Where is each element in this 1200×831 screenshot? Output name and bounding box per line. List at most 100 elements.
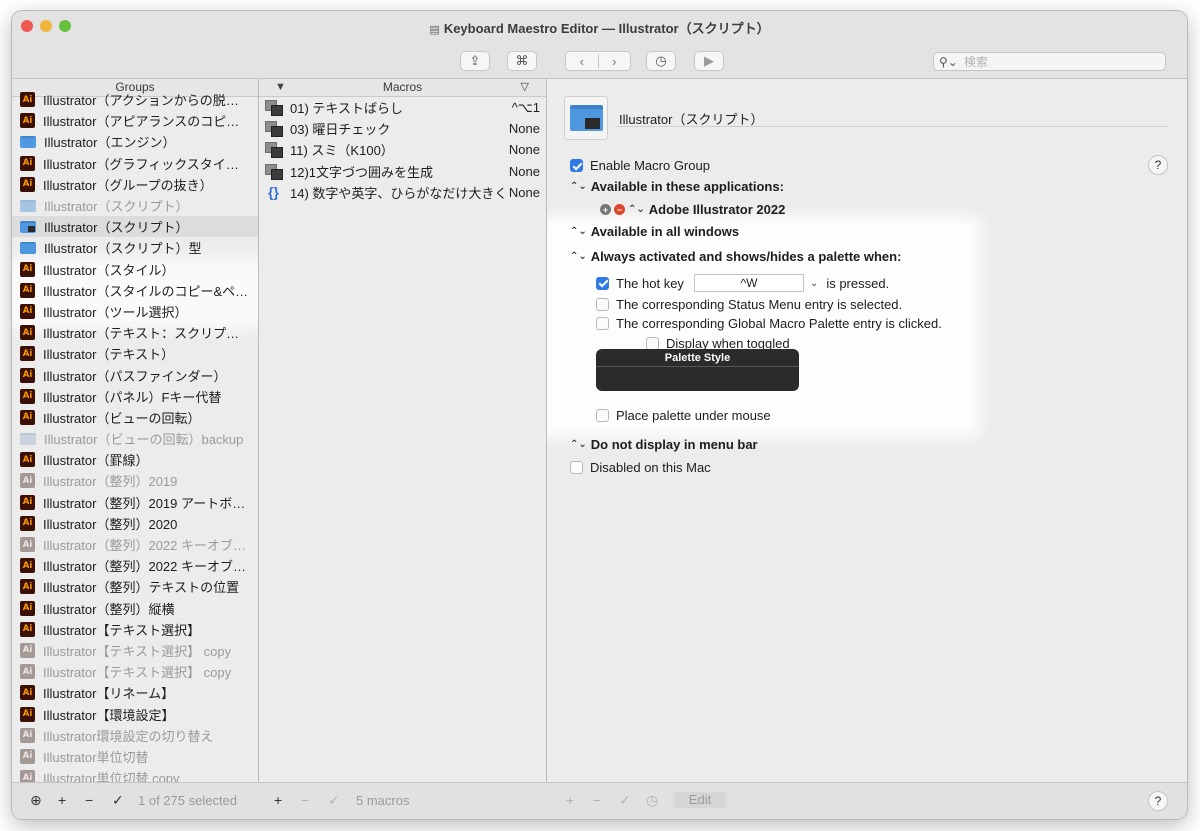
group-list-item[interactable]: Ai Illustrator（ツール選択）	[12, 301, 258, 322]
play-icon: ▶	[704, 53, 714, 68]
document-icon: ▤	[429, 24, 440, 36]
group-list-item[interactable]: Ai Illustrator（整列）2019	[12, 470, 258, 491]
group-list-item[interactable]: Ai Illustrator（罫線）	[12, 449, 258, 470]
back-button[interactable]: ‹	[566, 54, 598, 69]
globe-icon[interactable]: ⊕	[30, 792, 42, 809]
group-list-item[interactable]: Ai Illustrator（テキスト）	[12, 343, 258, 364]
edit-button[interactable]: Edit	[673, 792, 727, 808]
run-button[interactable]: ▶	[694, 51, 724, 71]
group-list-item[interactable]: Ai Illustrator（整列）テキストの位置	[12, 576, 258, 597]
menu-bar-popup[interactable]: ⌃⌄ Do not display in menu bar	[570, 437, 758, 452]
group-label: Illustrator（パスファインダー）	[43, 368, 227, 384]
hotkey-field[interactable]: ^W	[693, 274, 804, 292]
activation-popup[interactable]: ⌃⌄ Always activated and shows/hides a pa…	[570, 249, 901, 264]
illustrator-icon: Ai	[20, 113, 35, 129]
group-list-item[interactable]: Ai Illustrator【テキスト選択】 copy	[12, 661, 258, 682]
group-list-item[interactable]: Illustrator（スクリプト）型	[12, 237, 258, 258]
group-list-item[interactable]: Ai Illustrator（整列）2020	[12, 513, 258, 534]
macros-column: ▼ Macros ▽ 01) テキストばらし ^⌥1 03) 曜日チェック None 1…	[259, 79, 547, 783]
group-list-item[interactable]: Ai Illustrator（整列）縦横	[12, 598, 258, 619]
enable-group-row[interactable]: Enable Macro Group	[570, 158, 710, 173]
group-list-item[interactable]: Ai Illustrator（グループの抜き）	[12, 174, 258, 195]
add-action-button[interactable]: +	[566, 792, 574, 808]
status-menu-checkbox[interactable]	[596, 298, 609, 311]
macro-list-item[interactable]: 03) 曜日チェック None	[259, 118, 546, 139]
macro-list-item[interactable]: {} 14) 数字や英字、ひらがなだけ大きく None	[259, 182, 546, 203]
enable-macro-button[interactable]: ✓	[328, 792, 340, 809]
group-label: Illustrator（グループの抜き）	[43, 177, 213, 193]
chevron-down-icon[interactable]: ⌄	[810, 278, 818, 289]
bottom-help-button[interactable]: ?	[1148, 791, 1168, 811]
search-icon: ⚲⌄	[939, 54, 958, 69]
group-list-item[interactable]: Ai Illustrator環境設定の切り替え	[12, 725, 258, 746]
group-list-item[interactable]: Illustrator（エンジン）	[12, 131, 258, 152]
check-action-button[interactable]: ✓	[619, 792, 631, 809]
help-button[interactable]: ?	[1148, 155, 1168, 175]
hotkey-row: The hot key ^W ⌄ is pressed.	[596, 274, 889, 292]
folder-icon	[20, 135, 36, 148]
macros-header[interactable]: ▼ Macros ▽	[259, 79, 546, 97]
status-menu-row[interactable]: The corresponding Status Menu entry is s…	[596, 297, 902, 312]
disabled-checkbox[interactable]	[570, 461, 583, 474]
group-list-item[interactable]: Ai Illustrator（スタイルのコピー&ペースト）	[12, 280, 258, 301]
group-list-item[interactable]: Ai Illustrator（アピアランスのコピー&ペースト）	[12, 110, 258, 131]
group-name-field[interactable]: Illustrator（スクリプト）	[615, 109, 1167, 127]
illustrator-icon: Ai	[20, 515, 35, 531]
group-list-item[interactable]: Ai Illustrator【リネーム】	[12, 682, 258, 703]
group-list-item[interactable]: Ai Illustrator（アクションからの脱却）	[12, 89, 258, 110]
search-field[interactable]: ⚲⌄	[933, 52, 1166, 71]
under-mouse-row[interactable]: Place palette under mouse	[596, 408, 771, 423]
sort-down-icon[interactable]: ▼	[275, 79, 286, 96]
group-list-item[interactable]: Ai Illustrator単位切替 copy	[12, 767, 258, 783]
app-name-popup[interactable]: Adobe Illustrator 2022	[649, 202, 786, 217]
group-list-item[interactable]: Illustrator（スクリプト）	[12, 216, 258, 238]
group-list-item[interactable]: Ai Illustrator単位切替	[12, 746, 258, 767]
remove-group-button[interactable]: −	[85, 792, 93, 808]
group-icon[interactable]	[564, 96, 608, 140]
search-input[interactable]	[961, 53, 1146, 70]
group-list-item[interactable]: Ai Illustrator（整列）2019 アートボード	[12, 492, 258, 513]
palette-style-preview[interactable]: Palette Style	[596, 349, 799, 391]
group-list-item[interactable]: Ai Illustrator（スタイル）	[12, 259, 258, 280]
macro-list-item[interactable]: 11) スミ（K100） None	[259, 139, 546, 160]
group-list-item[interactable]: Ai Illustrator（整列）2022 キーオブジェクト	[12, 534, 258, 555]
group-list-item[interactable]: Ai Illustrator【テキスト選択】	[12, 619, 258, 640]
group-list-item[interactable]: Illustrator（ビューの回転）backup	[12, 428, 258, 449]
clock-icon[interactable]: ◷	[646, 792, 658, 809]
group-list-item[interactable]: Ai Illustrator【環境設定】	[12, 703, 258, 724]
macro-list-item[interactable]: 01) テキストばらし ^⌥1	[259, 97, 546, 118]
group-list-item[interactable]: Ai Illustrator（ビューの回転）	[12, 407, 258, 428]
recent-button[interactable]: ◷	[646, 51, 676, 71]
add-macro-button[interactable]: +	[274, 792, 282, 808]
global-palette-row[interactable]: The corresponding Global Macro Palette e…	[596, 316, 942, 331]
app-popup-icon[interactable]: ⌃⌄	[628, 204, 645, 215]
disabled-row[interactable]: Disabled on this Mac	[570, 460, 711, 475]
hotkey-checkbox[interactable]	[596, 276, 609, 290]
group-list-item[interactable]: Ai Illustrator（テキスト：スクリプト）	[12, 322, 258, 343]
group-list-item[interactable]: Illustrator（スクリプト）	[12, 195, 258, 216]
under-mouse-checkbox[interactable]	[596, 409, 609, 422]
available-apps-popup[interactable]: ⌃⌄ Available in these applications:	[570, 179, 784, 194]
add-group-button[interactable]: +	[58, 792, 66, 808]
command-button[interactable]: ⌘	[507, 51, 537, 71]
forward-button[interactable]: ›	[597, 53, 631, 69]
global-palette-checkbox[interactable]	[596, 317, 609, 330]
macro-list-item[interactable]: 12)1文字づつ囲みを生成 None	[259, 161, 546, 182]
group-list-item[interactable]: Ai Illustrator（グラフィックスタイル）	[12, 153, 258, 174]
group-list-item[interactable]: Ai Illustrator（パスファインダー）	[12, 364, 258, 385]
enable-group-button[interactable]: ✓	[112, 792, 124, 809]
enable-group-checkbox[interactable]	[570, 159, 583, 172]
group-list-item[interactable]: Ai Illustrator（パネル）Fキー代替	[12, 386, 258, 407]
add-app-button[interactable]: +	[600, 204, 611, 215]
updown-icon: ⌃⌄	[570, 439, 587, 450]
group-list-item[interactable]: Ai Illustrator【テキスト選択】 copy	[12, 640, 258, 661]
group-label: Illustrator（グラフィックスタイル）	[43, 156, 251, 172]
share-button[interactable]: ⇪	[460, 51, 490, 71]
remove-action-button[interactable]: −	[593, 792, 601, 808]
remove-macro-button[interactable]: −	[301, 792, 309, 808]
available-windows-popup[interactable]: ⌃⌄ Available in all windows	[570, 224, 739, 239]
groups-list: Ai Illustrator（アクションからの脱却） Ai Illustrator（ア…	[12, 89, 258, 783]
group-list-item[interactable]: Ai Illustrator（整列）2022 キーオブジェクト	[12, 555, 258, 576]
remove-app-button[interactable]: −	[614, 204, 625, 215]
filter-icon[interactable]: ▽	[521, 79, 529, 96]
